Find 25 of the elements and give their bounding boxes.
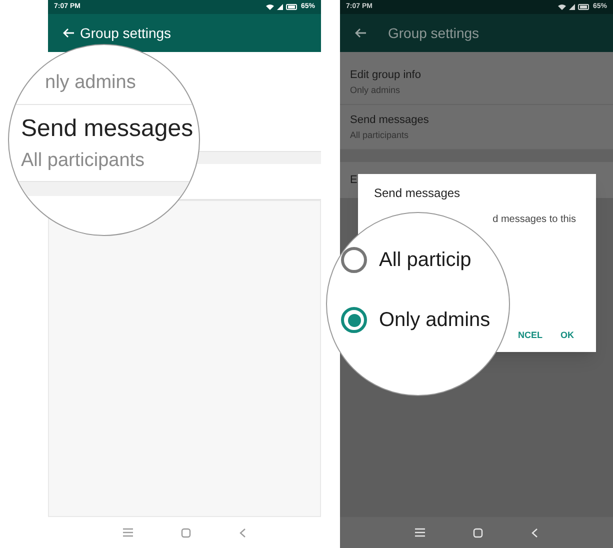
- back-arrow-icon[interactable]: [354, 28, 366, 38]
- app-title: Group settings: [80, 24, 172, 43]
- dialog-button[interactable]: NCEL: [518, 328, 542, 342]
- app-title: Group settings: [388, 24, 480, 43]
- settings-item-text: E: [350, 172, 358, 188]
- signal-icon: [276, 4, 283, 10]
- wifi-icon: [558, 4, 566, 10]
- dialog-text: d messages to this: [492, 213, 576, 227]
- setting-subtitle: All participants: [21, 148, 145, 172]
- dialog-button[interactable]: OK: [560, 328, 574, 342]
- battery-icon: [578, 4, 590, 10]
- radio-option[interactable]: All particip: [341, 245, 509, 275]
- back-icon[interactable]: [239, 528, 246, 538]
- dialog-title: Send messages: [374, 185, 462, 202]
- radio-button[interactable]: [341, 247, 367, 273]
- signal-icon: [568, 4, 575, 10]
- radio-button[interactable]: [341, 307, 367, 333]
- settings-item[interactable]: Edit group info Only admins: [340, 60, 613, 105]
- wifi-icon: [266, 4, 274, 10]
- menu-icon[interactable]: [123, 528, 133, 537]
- setting-subtitle: nly admins: [45, 71, 136, 95]
- radio-option[interactable]: Only admins: [341, 305, 509, 335]
- home-icon[interactable]: [181, 528, 191, 538]
- setting-title: Send messages: [21, 114, 194, 144]
- battery-icon: [286, 4, 298, 10]
